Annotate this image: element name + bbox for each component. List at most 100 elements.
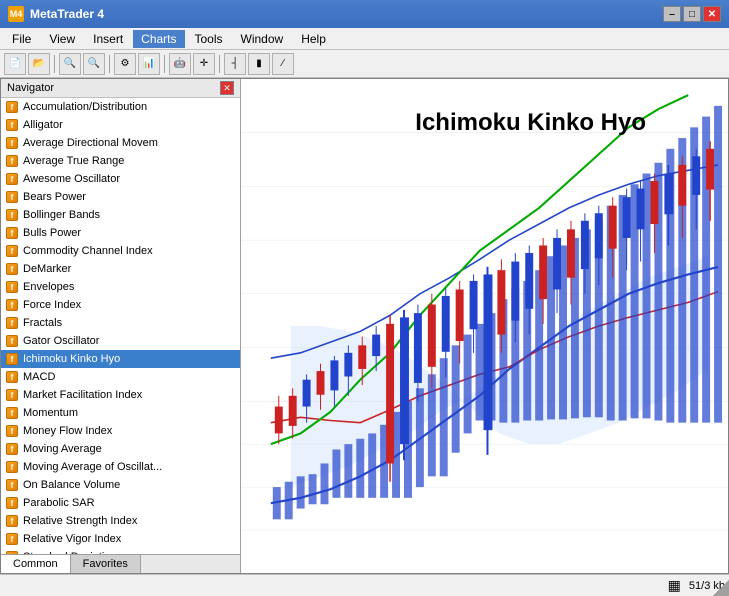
- menu-bar: File View Insert Charts Tools Window Hel…: [0, 28, 729, 50]
- nav-item-icon: f: [5, 496, 19, 510]
- close-button[interactable]: ✕: [703, 6, 721, 22]
- nav-item-label: Money Flow Index: [23, 425, 112, 437]
- list-item[interactable]: f Money Flow Index: [1, 422, 240, 440]
- navigator-title: Navigator ✕: [1, 79, 240, 98]
- nav-item-label: Alligator: [23, 119, 63, 131]
- nav-item-icon: f: [5, 136, 19, 150]
- nav-item-icon: f: [5, 226, 19, 240]
- nav-item-label: DeMarker: [23, 263, 71, 275]
- nav-item-label: Parabolic SAR: [23, 497, 95, 509]
- minimize-button[interactable]: –: [663, 6, 681, 22]
- crosshair-button[interactable]: ✛: [193, 53, 215, 75]
- nav-item-label: Bulls Power: [23, 227, 81, 239]
- zoom-in-button[interactable]: 🔍: [59, 53, 81, 75]
- nav-item-icon: f: [5, 478, 19, 492]
- list-item[interactable]: f Momentum: [1, 404, 240, 422]
- title-bar-text: MetaTrader 4: [30, 7, 663, 21]
- list-item[interactable]: f Bears Power: [1, 188, 240, 206]
- app-icon: M4: [8, 6, 24, 22]
- list-item[interactable]: f Fractals: [1, 314, 240, 332]
- list-item[interactable]: f On Balance Volume: [1, 476, 240, 494]
- nav-item-icon: f: [5, 370, 19, 384]
- list-item[interactable]: fGator Oscillator: [1, 332, 240, 350]
- nav-item-icon: f: [5, 316, 19, 330]
- nav-item-icon: f: [5, 406, 19, 420]
- open-button[interactable]: 📂: [28, 53, 50, 75]
- list-item[interactable]: fAverage True Range: [1, 152, 240, 170]
- list-item[interactable]: f Accumulation/Distribution: [1, 98, 240, 116]
- list-item[interactable]: fMACD: [1, 368, 240, 386]
- chart-area[interactable]: Ichimoku Kinko Hyo: [241, 79, 728, 573]
- nav-item-icon: f: [5, 298, 19, 312]
- list-item[interactable]: f Average Directional Movem: [1, 134, 240, 152]
- nav-item-label: Momentum: [23, 407, 78, 419]
- list-item[interactable]: fMoving Average: [1, 440, 240, 458]
- nav-item-icon: f: [5, 424, 19, 438]
- navigator-tabs: Common Favorites: [1, 554, 240, 573]
- navigator-title-text: Navigator: [7, 82, 54, 94]
- navigator-list[interactable]: fAccumulation/DistributionfAlligatorfAve…: [1, 98, 240, 554]
- menu-tools[interactable]: Tools: [187, 30, 231, 48]
- navigator-close-button[interactable]: ✕: [220, 81, 234, 95]
- nav-item-label: On Balance Volume: [23, 479, 120, 491]
- bar-chart-button[interactable]: ┤: [224, 53, 246, 75]
- menu-insert[interactable]: Insert: [85, 30, 131, 48]
- nav-item-icon: f: [5, 190, 19, 204]
- toolbar-separator-2: [109, 55, 110, 73]
- list-item[interactable]: f Commodity Channel Index: [1, 242, 240, 260]
- nav-item-label: Moving Average of Oscillat...: [23, 461, 162, 473]
- grid-icon: ▦: [668, 577, 681, 594]
- nav-item-icon: f: [5, 262, 19, 276]
- nav-item-label: Fractals: [23, 317, 62, 329]
- list-item[interactable]: f Envelopes: [1, 278, 240, 296]
- new-chart-button[interactable]: 📄: [4, 53, 26, 75]
- menu-file[interactable]: File: [4, 30, 39, 48]
- nav-item-label: Average True Range: [23, 155, 124, 167]
- list-item[interactable]: f Bulls Power: [1, 224, 240, 242]
- nav-item-icon: f: [5, 172, 19, 186]
- nav-item-icon: f: [5, 388, 19, 402]
- nav-item-icon: f: [5, 514, 19, 528]
- nav-item-label: Accumulation/Distribution: [23, 101, 147, 113]
- list-item[interactable]: f DeMarker: [1, 260, 240, 278]
- toolbar-separator-3: [164, 55, 165, 73]
- nav-item-label: Bears Power: [23, 191, 86, 203]
- tab-favorites[interactable]: Favorites: [71, 555, 141, 573]
- list-item[interactable]: fRelative Vigor Index: [1, 530, 240, 548]
- nav-item-icon: f: [5, 280, 19, 294]
- menu-view[interactable]: View: [41, 30, 83, 48]
- zoom-out-button[interactable]: 🔍: [83, 53, 105, 75]
- tab-common[interactable]: Common: [1, 555, 71, 573]
- list-item[interactable]: fRelative Strength Index: [1, 512, 240, 530]
- list-item[interactable]: fBollinger Bands: [1, 206, 240, 224]
- list-item[interactable]: f Force Index: [1, 296, 240, 314]
- toolbar: 📄 📂 🔍 🔍 ⚙ 📊 🤖 ✛ ┤ ▮ ∕: [0, 50, 729, 78]
- nav-item-icon: f: [5, 244, 19, 258]
- nav-item-label: Market Facilitation Index: [23, 389, 142, 401]
- nav-item-icon: f: [5, 100, 19, 114]
- expert-button[interactable]: 🤖: [169, 53, 191, 75]
- menu-charts[interactable]: Charts: [133, 30, 184, 48]
- list-item[interactable]: fAwesome Oscillator: [1, 170, 240, 188]
- nav-item-label: Average Directional Movem: [23, 137, 158, 149]
- list-item[interactable]: f Parabolic SAR: [1, 494, 240, 512]
- nav-item-label: Envelopes: [23, 281, 74, 293]
- main-content: Navigator ✕ fAccumulation/DistributionfA…: [0, 78, 729, 574]
- nav-item-label: Force Index: [23, 299, 81, 311]
- title-bar: M4 MetaTrader 4 – □ ✕: [0, 0, 729, 28]
- indicator-button[interactable]: 📊: [138, 53, 160, 75]
- properties-button[interactable]: ⚙: [114, 53, 136, 75]
- candle-button[interactable]: ▮: [248, 53, 270, 75]
- toolbar-separator-1: [54, 55, 55, 73]
- resize-grip[interactable]: [713, 580, 729, 596]
- list-item[interactable]: fIchimoku Kinko Hyo: [1, 350, 240, 368]
- list-item[interactable]: fMoving Average of Oscillat...: [1, 458, 240, 476]
- list-item[interactable]: f Market Facilitation Index: [1, 386, 240, 404]
- maximize-button[interactable]: □: [683, 6, 701, 22]
- nav-item-label: Commodity Channel Index: [23, 245, 153, 257]
- line-button[interactable]: ∕: [272, 53, 294, 75]
- nav-item-icon: f: [5, 334, 19, 348]
- menu-help[interactable]: Help: [293, 30, 334, 48]
- menu-window[interactable]: Window: [233, 30, 292, 48]
- list-item[interactable]: fAlligator: [1, 116, 240, 134]
